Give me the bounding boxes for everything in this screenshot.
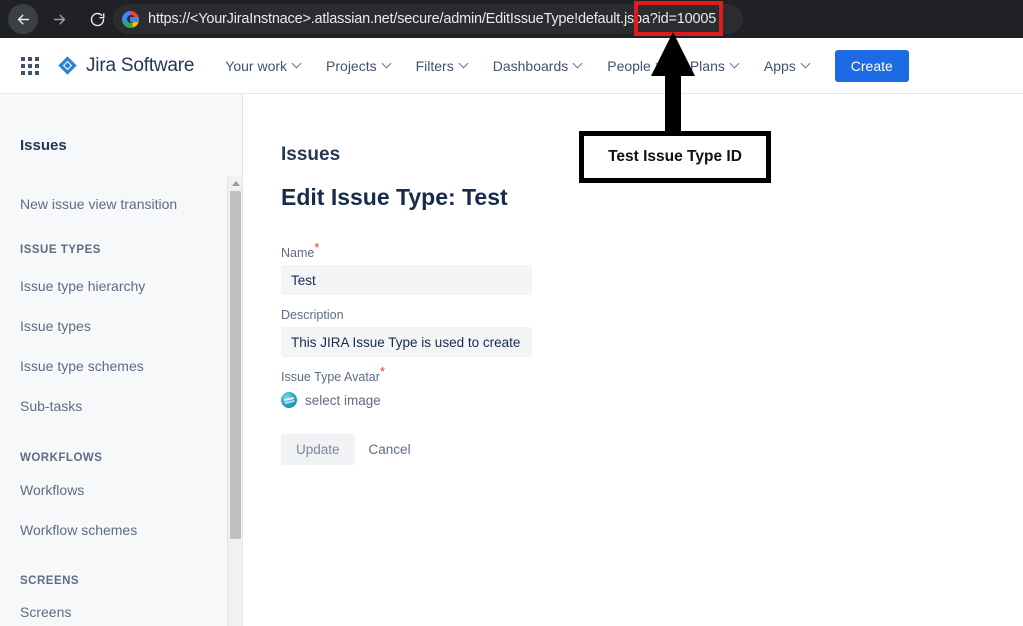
annotation-callout-text: Test Issue Type ID	[608, 148, 742, 165]
jira-diamond-icon	[57, 55, 78, 76]
back-arrow-icon	[15, 11, 32, 28]
chevron-down-icon	[458, 58, 469, 69]
select-image-link[interactable]: select image	[305, 393, 381, 408]
top-nav-items: Your work Projects Filters Dashboards Pe…	[225, 49, 909, 82]
nav-item-filters[interactable]: Filters	[415, 57, 469, 74]
cancel-button[interactable]: Cancel	[369, 442, 411, 457]
nav-label: Plans	[689, 57, 725, 74]
sidebar-item-workflows[interactable]: Workflows	[0, 482, 84, 498]
chevron-down-icon	[291, 58, 302, 69]
create-button[interactable]: Create	[834, 49, 909, 82]
url-text: https://<YourJiraInstnace>.atlassian.net…	[148, 11, 716, 27]
chevron-down-icon	[800, 58, 811, 69]
nav-label: Filters	[415, 57, 454, 74]
app-switcher-icon[interactable]	[20, 56, 40, 76]
name-label: Name*	[281, 241, 532, 260]
address-bar[interactable]: https://<YourJiraInstnace>.atlassian.net…	[113, 4, 743, 34]
avatar-label: Issue Type Avatar*	[281, 365, 385, 384]
browser-toolbar: https://<YourJiraInstnace>.atlassian.net…	[0, 0, 1023, 38]
name-label-text: Name	[281, 246, 315, 260]
issue-type-avatar-icon	[281, 392, 297, 408]
nav-item-people[interactable]: People	[607, 57, 666, 74]
screenshot-root: https://<YourJiraInstnace>.atlassian.net…	[0, 0, 1023, 626]
forward-button[interactable]	[44, 4, 74, 34]
sidebar-item-sub-tasks[interactable]: Sub-tasks	[0, 398, 82, 414]
nav-item-dashboards[interactable]: Dashboards	[492, 57, 583, 74]
nav-item-plans[interactable]: Plans	[689, 57, 740, 74]
jira-logo[interactable]: Jira Software	[57, 55, 194, 77]
scroll-up-arrow-icon[interactable]	[228, 176, 242, 191]
sidebar-item-screens[interactable]: Screens	[0, 604, 71, 620]
update-button[interactable]: Update	[281, 434, 355, 465]
page-breadcrumb: Issues	[281, 144, 341, 165]
jira-top-navigation: Jira Software Your work Projects Filters…	[0, 38, 1023, 94]
nav-label: Apps	[763, 57, 796, 74]
name-field-group: Name*	[281, 241, 532, 295]
chevron-down-icon	[381, 58, 392, 69]
url-main: https://<YourJiraInstnace>.atlassian.net…	[148, 11, 642, 27]
sidebar-item-new-issue-view-transition[interactable]: New issue view transition	[0, 196, 177, 212]
admin-sidebar: Issues New issue view transition ISSUE T…	[0, 94, 243, 626]
sidebar-title: Issues	[20, 137, 67, 154]
avatar-label-text: Issue Type Avatar	[281, 370, 380, 384]
nav-item-your-work[interactable]: Your work	[225, 57, 302, 74]
chevron-down-icon	[572, 58, 583, 69]
nav-item-apps[interactable]: Apps	[763, 57, 811, 74]
description-field-group: Description	[281, 308, 532, 357]
nav-label: People	[607, 57, 651, 74]
required-marker: *	[379, 363, 385, 379]
description-input[interactable]	[281, 327, 532, 357]
sidebar-section-screens: SCREENS	[20, 575, 80, 587]
google-favicon	[122, 10, 139, 28]
sidebar-item-issue-type-schemes[interactable]: Issue type schemes	[0, 358, 144, 374]
nav-label: Your work	[225, 57, 288, 74]
sidebar-item-issue-types[interactable]: Issue types	[0, 318, 91, 334]
form-actions: Update Cancel	[281, 434, 411, 465]
jira-brand-label: Jira Software	[86, 54, 195, 76]
avatar-row: select image	[281, 392, 385, 408]
name-input[interactable]	[281, 265, 532, 295]
description-label: Description	[281, 308, 344, 322]
scrollbar-thumb[interactable]	[230, 191, 241, 539]
nav-label: Dashboards	[492, 57, 569, 74]
annotation-callout: Test Issue Type ID	[579, 131, 771, 183]
nav-item-projects[interactable]: Projects	[326, 57, 392, 74]
sidebar-section-workflows: WORKFLOWS	[20, 452, 103, 464]
sidebar-item-workflow-schemes[interactable]: Workflow schemes	[0, 522, 137, 538]
back-button[interactable]	[8, 4, 38, 34]
nav-label: Projects	[326, 57, 377, 74]
chevron-down-icon	[655, 58, 666, 69]
required-marker: *	[314, 239, 320, 255]
reload-icon	[89, 11, 106, 28]
sidebar-item-issue-type-hierarchy[interactable]: Issue type hierarchy	[0, 278, 145, 294]
sidebar-section-issue-types: ISSUE TYPES	[20, 244, 101, 256]
forward-arrow-icon	[51, 11, 68, 28]
issue-type-avatar-group: Issue Type Avatar* select image	[281, 365, 385, 408]
url-id-param: a?id=10005	[641, 11, 717, 27]
chevron-down-icon	[729, 58, 740, 69]
page-title: Edit Issue Type: Test	[281, 184, 508, 210]
reload-button[interactable]	[82, 4, 112, 34]
sidebar-scrollbar[interactable]	[227, 176, 242, 626]
